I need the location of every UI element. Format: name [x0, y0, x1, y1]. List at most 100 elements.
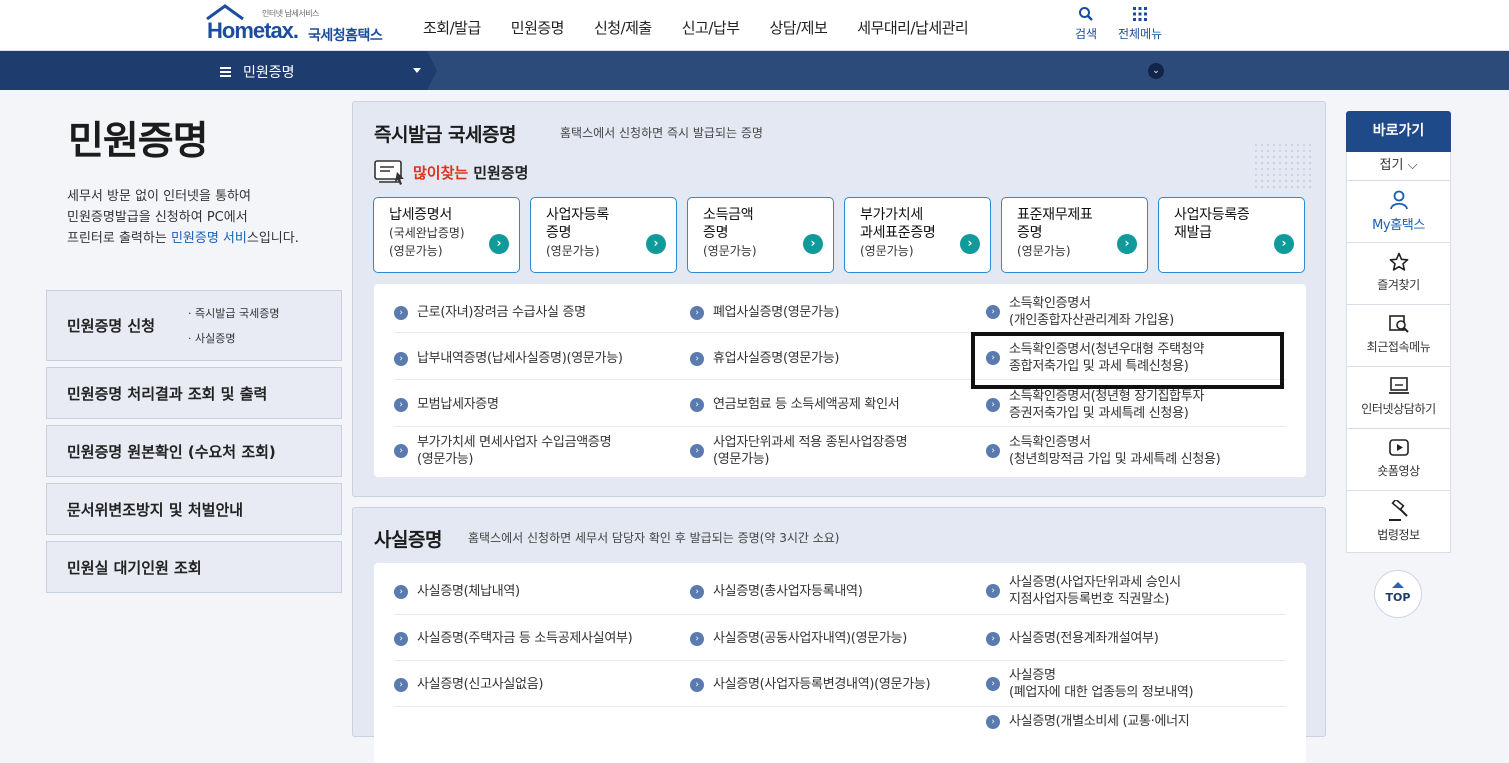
top-header: 인터넷 납세서비스 Hometax. 국세청홈택스 조회/발급 민원증명 신청/… — [0, 0, 1509, 51]
quick-menu-head: 바로가기 — [1346, 111, 1451, 152]
search-button[interactable]: 검색 — [1075, 6, 1097, 42]
arrow-bullet-icon: › — [690, 584, 704, 599]
list-item[interactable]: › 사실증명 (폐업자에 대한 업종등의 정보내역) — [986, 667, 1194, 701]
hometax-logo[interactable]: 인터넷 납세서비스 Hometax. 국세청홈택스 — [205, 4, 395, 46]
left-menu-label: 문서위변조방지 및 처벌안내 — [67, 500, 244, 519]
list-item-text: 사실증명(공동사업자내역)(영문가능) — [713, 631, 907, 646]
left-menu-apply[interactable]: 민원증명 신청 · 즉시발급 국세증명 · 사실증명 — [46, 290, 342, 361]
arrow-bullet-icon: › — [986, 398, 1000, 412]
quick-recent-menu[interactable]: 최근접속메뉴 — [1346, 305, 1451, 367]
list-item[interactable]: › 휴업사실증명(영문가능) — [690, 350, 839, 367]
dropdown-arrow-icon[interactable] — [413, 68, 421, 73]
arrow-bullet-icon: › — [986, 714, 1000, 729]
arrow-bullet-icon: › — [394, 305, 408, 320]
arrow-right-icon: › — [646, 234, 666, 254]
nav-civil-cert[interactable]: 민원증명 — [511, 17, 565, 38]
list-item[interactable]: › 사실증명(사업자등록변경내역)(영문가능) — [690, 676, 931, 693]
user-icon — [1389, 190, 1408, 210]
sub-nav-current — [0, 51, 437, 90]
arrow-bullet-icon: › — [690, 351, 704, 366]
card-income-cert[interactable]: 소득금액 증명 (영문가능) › — [687, 197, 834, 273]
list-item-text: 부가가치세 면세사업자 수입금액증명 (영문가능) — [417, 435, 612, 467]
left-menu-waiting[interactable]: 민원실 대기인원 조회 — [46, 541, 342, 593]
instant-section-title: 즉시발급 국세증명 — [374, 124, 516, 146]
nav-report-pay[interactable]: 신고/납부 — [682, 17, 740, 38]
list-item-text: 사업자단위과세 적용 종된사업장증명 (영문가능) — [713, 435, 908, 467]
list-item[interactable]: › 소득확인증명서 (개인종합자산관리계좌 가입용) — [986, 295, 1174, 329]
desc-line: 프린터로 출력하는 민원증명 서비스입니다. — [67, 228, 347, 249]
quick-my-hometax[interactable]: My홈택스 — [1346, 181, 1451, 243]
page-description: 세무서 방문 없이 인터넷을 통하여 민원증명발급을 신청하여 PC에서 프린터… — [67, 186, 347, 249]
list-item-text: 근로(자녀)장려금 수급사실 증명 — [417, 305, 586, 320]
list-item[interactable]: › 사실증명(주택자금 등 소득공제사실여부) — [394, 630, 633, 647]
list-item[interactable]: › 사실증명(개별소비세 (교통·에너지 — [986, 713, 1190, 730]
arrow-right-icon: › — [1274, 234, 1294, 254]
list-item[interactable]: › 사실증명(체납내역) — [394, 583, 520, 600]
arrow-bullet-icon: › — [690, 444, 704, 458]
left-menu-verify[interactable]: 민원증명 원본확인 (수요처 조회) — [46, 425, 342, 477]
card-financial-stmt-cert[interactable]: 표준재무제표 증명 (영문가능) › — [1001, 197, 1148, 273]
monitor-chat-icon — [1388, 377, 1409, 394]
list-item[interactable]: › 소득확인증명서 (청년희망적금 가입 및 과세특례 신청용) — [986, 434, 1221, 468]
list-item-text: 연금보험료 등 소득세액공제 확인서 — [713, 397, 900, 412]
sub-nav-menu-button[interactable]: 민원증명 — [220, 62, 295, 82]
list-item[interactable]: › 사실증명(총사업자등록내역) — [690, 583, 863, 600]
nav-inquiry[interactable]: 조회/발급 — [423, 17, 481, 38]
list-item[interactable]: › 모범납세자증명 — [394, 396, 499, 413]
top-label: TOP — [1385, 591, 1411, 604]
list-item[interactable]: › 근로(자녀)장려금 수급사실 증명 — [394, 304, 586, 321]
list-item-text: 소득확인증명서 (개인종합자산관리계좌 가입용) — [1009, 296, 1174, 328]
quick-short-video[interactable]: 숏폼영상 — [1346, 429, 1451, 491]
submenu-instant[interactable]: · 즉시발급 국세증명 — [188, 301, 279, 326]
card-business-reg-reissue[interactable]: 사업자등록증 재발급 › — [1158, 197, 1305, 273]
list-item[interactable]: › 폐업사실증명(영문가능) — [690, 304, 839, 321]
nav-agent[interactable]: 세무대리/납세관리 — [857, 17, 968, 38]
list-item-text: 사실증명(주택자금 등 소득공제사실여부) — [417, 631, 633, 646]
quick-menu-fold-button[interactable]: 접기 ⌵ — [1346, 152, 1451, 181]
list-item[interactable]: › 사실증명(신고사실없음) — [394, 676, 543, 693]
nav-apply[interactable]: 신청/제출 — [594, 17, 652, 38]
card-business-reg-cert[interactable]: 사업자등록 증명 (영문가능) › — [530, 197, 677, 273]
left-menu-forgery[interactable]: 문서위변조방지 및 처벌안내 — [46, 483, 342, 535]
quick-menu: 바로가기 접기 ⌵ My홈택스 즐겨찾기 최근접속메뉴 인터넷상담하기 숏폼영상… — [1346, 111, 1451, 553]
recent-search-icon — [1388, 315, 1409, 333]
hamburger-icon — [220, 67, 231, 77]
quick-online-consult[interactable]: 인터넷상담하기 — [1346, 367, 1451, 429]
desc-line: 세무서 방문 없이 인터넷을 통하여 — [67, 189, 251, 204]
quick-favorites[interactable]: 즐겨찾기 — [1346, 243, 1451, 305]
top-button[interactable]: TOP — [1374, 570, 1422, 618]
fact-cert-section: 사실증명 홈택스에서 신청하면 세무서 담당자 확인 후 발급되는 증명(약 3… — [352, 507, 1326, 763]
sub-nav-bar: 민원증명 ⌄ — [0, 51, 1509, 90]
list-item[interactable]: › 소득확인증명서(청년형 장기집합투자 증권저축가입 및 과세특례 신청용) — [986, 388, 1204, 422]
chevron-down-icon[interactable]: ⌄ — [1148, 63, 1164, 79]
left-menu-label: 민원증명 원본확인 (수요처 조회) — [67, 442, 276, 461]
left-submenu: · 즉시발급 국세증명 · 사실증명 — [188, 301, 279, 351]
list-item[interactable]: › 사실증명(공동사업자내역)(영문가능) — [690, 630, 907, 647]
list-item[interactable]: › 사업자단위과세 적용 종된사업장증명 (영문가능) — [690, 434, 908, 468]
list-item[interactable]: › 납부내역증명(납세사실증명)(영문가능) — [394, 350, 623, 367]
left-menu-result[interactable]: 민원증명 처리결과 조회 및 출력 — [46, 367, 342, 419]
list-item[interactable]: › 부가가치세 면세사업자 수입금액증명 (영문가능) — [394, 434, 612, 468]
star-icon — [1389, 252, 1408, 271]
desc-text: 스입니다. — [246, 231, 299, 246]
global-nav: 조회/발급 민원증명 신청/제출 신고/납부 상담/제보 세무대리/납세관리 — [423, 17, 998, 38]
quick-law-info[interactable]: 법령정보 — [1346, 491, 1451, 553]
fact-cert-list: › 사실증명(체납내역) › 사실증명(총사업자등록내역) › 사실증명(사업자단위과… — [374, 563, 1306, 763]
instant-cert-section: 즉시발급 국세증명 홈택스에서 신청하면 즉시 발급되는 증명 많이찾는 민원증… — [352, 101, 1326, 497]
nav-consult[interactable]: 상담/제보 — [770, 17, 828, 38]
all-menu-button[interactable]: 전체메뉴 — [1118, 6, 1162, 42]
list-item-text: 사실증명(개별소비세 (교통·에너지 — [1009, 714, 1190, 729]
list-item[interactable]: › 사실증명(사업자단위과세 승인시 지점사업자등록번호 직권말소) — [986, 574, 1181, 608]
search-icon — [1079, 7, 1093, 21]
fact-section-desc: 홈택스에서 신청하면 세무서 담당자 확인 후 발급되는 증명(약 3시간 소요… — [468, 531, 840, 545]
quick-cards: 납세증명서 (국세완납증명) (영문가능) › 사업자등록 증명 (영문가능) › 소득… — [373, 197, 1305, 273]
list-item[interactable]: › 연금보험료 등 소득세액공제 확인서 — [690, 396, 900, 413]
card-tax-payment-cert[interactable]: 납세증명서 (국세완납증명) (영문가능) › — [373, 197, 520, 273]
submenu-fact[interactable]: · 사실증명 — [188, 326, 279, 351]
list-item[interactable]: › 사실증명(전용계좌개설여부) — [986, 630, 1159, 647]
arrow-right-icon: › — [960, 234, 980, 254]
logo-kr: 국세청홈택스 — [308, 28, 383, 44]
list-item-text: 사실증명(체납내역) — [417, 584, 520, 599]
popular-heading: 많이찾는 민원증명 — [373, 158, 528, 186]
card-vat-base-cert[interactable]: 부가가치세 과세표준증명 (영문가능) › — [844, 197, 991, 273]
